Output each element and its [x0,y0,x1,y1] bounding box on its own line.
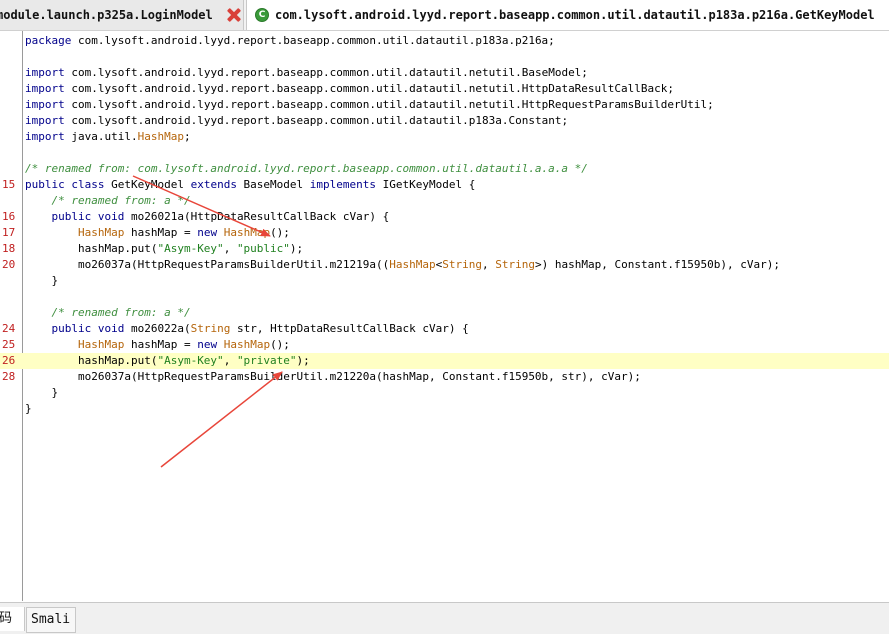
close-icon[interactable] [227,8,241,22]
code-text: import com.lysoft.android.lyyd.report.ba… [25,114,569,127]
tab-label: Smali [31,612,71,627]
code-text: import com.lysoft.android.lyyd.report.ba… [25,98,714,111]
code-line[interactable]: } [0,401,889,417]
code-line[interactable]: 20 mo26037a(HttpRequestParamsBuilderUtil… [0,257,889,273]
tab-code[interactable]: 代码 [0,607,25,631]
tab-smali[interactable]: Smali [26,607,76,633]
line-number: 28 [2,370,16,383]
code-text: mo26037a(HttpRequestParamsBuilderUtil.m2… [25,370,641,383]
line-number: 17 [2,226,16,239]
code-line[interactable]: import com.lysoft.android.lyyd.report.ba… [0,81,889,97]
code-text: /* renamed from: a */ [51,194,191,207]
tab-label: module.launch.p325a.LoginModel [0,8,213,22]
code-text: package com.lysoft.android.lyyd.report.b… [25,34,555,47]
line-number: 16 [2,210,16,223]
code-line[interactable]: 28 mo26037a(HttpRequestParamsBuilderUtil… [0,369,889,385]
line-number: 25 [2,338,16,351]
tab-get-key-model[interactable]: C com.lysoft.android.lyyd.report.baseapp… [246,0,889,30]
code-text: } [25,274,59,287]
code-text: import com.lysoft.android.lyyd.report.ba… [25,66,588,79]
line-number: 26 [2,354,16,367]
code-text: mo26037a(HttpRequestParamsBuilderUtil.m2… [25,258,781,271]
code-line[interactable]: 16 public void mo26021a(HttpDataResultCa… [0,209,889,225]
code-line[interactable]: package com.lysoft.android.lyyd.report.b… [0,33,889,49]
code-editor[interactable]: package com.lysoft.android.lyyd.report.b… [0,33,889,601]
code-line[interactable]: 15 public class GetKeyModel extends BaseM… [0,177,889,193]
code-line[interactable]: import com.lysoft.android.lyyd.report.ba… [0,65,889,81]
code-line[interactable]: import com.lysoft.android.lyyd.report.ba… [0,97,889,113]
code-text: } [25,402,32,415]
code-line[interactable] [0,49,889,65]
code-line[interactable]: 17 HashMap hashMap = new HashMap(); [0,225,889,241]
code-line[interactable] [0,289,889,305]
class-icon: C [255,8,269,22]
code-text: hashMap.put("Asym-Key", "public"); [25,242,304,255]
line-number: 20 [2,258,16,271]
code-line[interactable]: 26 hashMap.put("Asym-Key", "private"); [0,353,889,369]
code-line[interactable]: /* renamed from: a */ [0,193,889,209]
line-number: 15 [2,178,16,191]
code-text: } [25,386,59,399]
line-number: 18 [2,242,16,255]
code-text: public class GetKeyModel extends BaseMod… [25,178,476,191]
code-line[interactable]: 18 hashMap.put("Asym-Key", "public"); [0,241,889,257]
line-number: 24 [2,322,16,335]
tab-label: 代码 [0,611,13,626]
code-line[interactable]: 25 HashMap hashMap = new HashMap(); [0,337,889,353]
code-text: hashMap.put("Asym-Key", "private"); [25,354,310,367]
tab-label: com.lysoft.android.lyyd.report.baseapp.c… [275,8,875,22]
code-line[interactable]: import com.lysoft.android.lyyd.report.ba… [0,113,889,129]
tab-login-model[interactable]: module.launch.p325a.LoginModel [0,0,244,30]
code-text: import java.util.HashMap; [25,130,191,143]
code-line[interactable] [0,145,889,161]
code-line[interactable]: /* renamed from: a */ [0,305,889,321]
code-text: import com.lysoft.android.lyyd.report.ba… [25,82,675,95]
code-line[interactable]: } [0,385,889,401]
code-text: HashMap hashMap = new HashMap(); [77,226,290,239]
code-line[interactable]: import java.util.HashMap; [0,129,889,145]
code-line[interactable]: } [0,273,889,289]
code-text: /* renamed from: a */ [51,306,191,319]
code-line[interactable]: 24 public void mo26022a(String str, Http… [0,321,889,337]
code-text: public void mo26021a(HttpDataResultCallB… [51,210,390,223]
code-text: /* renamed from: com.lysoft.android.lyyd… [25,162,588,175]
bottom-tab-bar: 代码 Smali [0,602,889,634]
code-text: HashMap hashMap = new HashMap(); [77,338,290,351]
editor-tab-bar: module.launch.p325a.LoginModel C com.lys… [0,0,889,31]
code-text: public void mo26022a(String str, HttpDat… [51,322,469,335]
code-line[interactable]: /* renamed from: com.lysoft.android.lyyd… [0,161,889,177]
